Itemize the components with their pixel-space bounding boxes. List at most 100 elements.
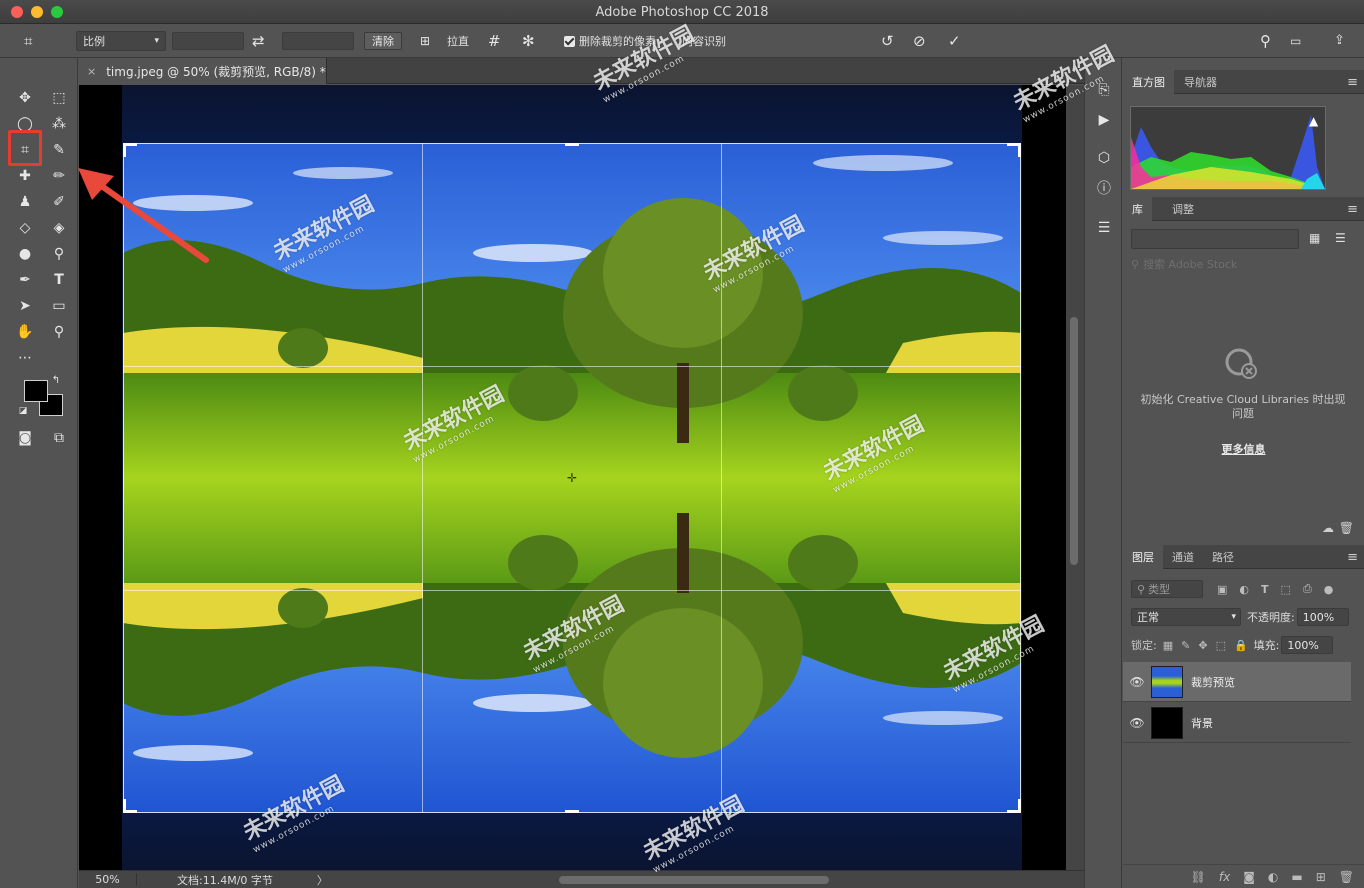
tab-paths[interactable]: 路径 [1203,545,1243,569]
zoom-level[interactable]: 50% [79,873,137,886]
tab-layers[interactable]: 图层 [1123,545,1163,569]
tab-navigator[interactable]: 导航器 [1175,70,1226,94]
vertical-scrollbar[interactable] [1066,85,1084,870]
grid-view-icon[interactable]: ▦ [1309,231,1320,245]
opacity-input[interactable]: 100% [1296,608,1349,626]
history-panel-icon[interactable]: ⎘ [1091,78,1117,102]
actions-play-icon[interactable]: ▶ [1091,108,1117,132]
eraser-tool-icon[interactable]: ◇ [12,216,38,240]
type-tool-icon[interactable]: T [46,268,72,292]
lock-artboard-icon[interactable]: ⬚ [1216,639,1226,652]
clipping-warning-icon[interactable]: ▲ [1309,114,1319,128]
crop-handle-top[interactable] [565,143,579,146]
magic-wand-tool-icon[interactable]: ⁂ [46,112,72,136]
lock-pixels-icon[interactable]: ✎ [1181,639,1190,652]
content-aware-label[interactable]: 内容识别 [682,31,726,51]
crop-handle-top-right[interactable] [1018,143,1021,157]
new-layer-icon[interactable]: ⊞ [1316,870,1326,884]
more-tools-icon[interactable]: ⋯ [12,346,38,370]
delete-cropped-checkbox[interactable]: 删除裁剪的像素 [564,31,656,51]
clone-stamp-tool-icon[interactable]: ♟ [12,190,38,214]
panel-menu-icon[interactable]: ≡ [1347,202,1358,217]
overlay-grid-icon[interactable]: # [488,31,510,51]
tab-channels[interactable]: 通道 [1163,545,1203,569]
path-selection-tool-icon[interactable]: ➤ [12,294,38,318]
layer-row-background[interactable]: 👁 背景 [1123,703,1351,743]
new-group-icon[interactable]: ▬ [1291,870,1302,884]
document-tab[interactable]: × timg.jpeg @ 50% (裁剪预览, RGB/8) * [79,58,327,84]
eyedropper-tool-icon[interactable]: ✎ [46,138,72,162]
library-select[interactable] [1131,229,1299,249]
lock-transparency-icon[interactable]: ▦ [1163,639,1173,652]
horizontal-scroll-thumb[interactable] [559,876,829,884]
clear-button[interactable]: 清除 [364,32,402,50]
tab-adjustments[interactable]: 调整 [1163,197,1203,221]
zoom-tool-icon[interactable]: ⚲ [46,320,72,344]
reset-icon[interactable]: ↺ [881,31,903,51]
paint-bucket-tool-icon[interactable]: ◈ [46,216,72,240]
marquee-tool-icon[interactable]: ⬚ [46,86,72,110]
healing-brush-tool-icon[interactable]: ✚ [12,164,38,188]
blur-tool-icon[interactable]: ● [12,242,38,266]
blend-mode-select[interactable]: 正常 ▾ [1131,608,1241,626]
visibility-eye-icon[interactable]: 👁 [1123,675,1151,689]
properties-panel-icon[interactable]: ☰ [1091,216,1117,240]
crop-handle-top-left[interactable] [123,143,126,157]
3d-panel-icon[interactable]: ⬡ [1091,146,1117,170]
swap-icon[interactable]: ⇄ [252,31,274,51]
close-tab-icon[interactable]: × [87,65,96,78]
smart-object-filter-icon[interactable]: ⎙ [1303,582,1312,596]
link-layers-icon[interactable]: ⛓ [1191,870,1206,884]
workspace-icon[interactable]: ▭ [1290,31,1312,51]
ratio-select[interactable]: 比例 ▾ [76,31,166,51]
vertical-scroll-thumb[interactable] [1070,317,1078,565]
filter-toggle-icon[interactable]: ● [1324,583,1334,596]
width-input[interactable] [172,32,244,50]
layer-filter-select[interactable]: ⚲ 类型 [1131,580,1203,598]
cc-sync-icon[interactable]: ☁ [1322,521,1334,535]
share-icon[interactable]: ⇪ [1334,31,1356,51]
more-info-link[interactable]: 更多信息 [1123,441,1364,457]
add-mask-icon[interactable]: ◙ [1243,870,1255,884]
layer-row-crop-preview[interactable]: 👁 裁剪预览 [1123,662,1351,702]
pixel-filter-icon[interactable]: ▣ [1217,583,1227,596]
foreground-color-swatch[interactable] [24,380,48,402]
list-view-icon[interactable]: ☰ [1335,231,1346,245]
tab-libraries[interactable]: 库 [1123,197,1152,221]
visibility-eye-icon[interactable]: 👁 [1123,716,1151,730]
dodge-tool-icon[interactable]: ⚲ [46,242,72,266]
brush-tool-icon[interactable]: ✏ [46,164,72,188]
adjustment-filter-icon[interactable]: ◐ [1239,583,1249,596]
tab-histogram[interactable]: 直方图 [1123,70,1174,94]
cancel-icon[interactable]: ⊘ [913,31,935,51]
gear-icon[interactable]: ✻ [522,31,544,51]
pen-tool-icon[interactable]: ✒ [12,268,38,292]
status-menu-arrow[interactable]: 〉 [317,872,328,888]
canvas[interactable]: ✛ [79,85,1066,870]
shape-filter-icon[interactable]: ⬚ [1281,583,1291,596]
crop-tool-preset-icon[interactable]: ⌗ [24,31,48,51]
lock-all-icon[interactable]: 🔒 [1234,639,1248,652]
stock-search-field[interactable]: ⚲ 搜索 Adobe Stock [1131,255,1353,273]
crop-handle-bottom-left[interactable] [123,799,126,813]
rectangle-tool-icon[interactable]: ▭ [46,294,72,318]
delete-layer-icon[interactable]: 🗑 [1339,870,1354,884]
search-icon[interactable]: ⚲ [1260,31,1282,51]
swap-colors-icon[interactable]: ↰ [48,372,64,388]
move-tool-icon[interactable]: ✥ [12,86,38,110]
straighten-label[interactable]: 拉直 [447,31,469,51]
new-adjustment-icon[interactable]: ◐ [1268,870,1278,884]
fill-input[interactable]: 100% [1281,636,1334,654]
quick-mask-icon[interactable]: ◙ [12,426,38,450]
type-filter-icon[interactable]: T [1261,583,1269,596]
screen-mode-icon[interactable]: ⧉ [46,426,72,450]
hand-tool-icon[interactable]: ✋ [12,320,38,344]
crop-handle-bottom[interactable] [565,810,579,813]
height-input[interactable] [282,32,354,50]
info-icon[interactable]: ⓘ [1091,176,1117,200]
straighten-icon[interactable]: ⊞ [420,31,440,51]
panel-menu-icon[interactable]: ≡ [1347,550,1358,565]
trash-icon[interactable]: 🗑 [1339,521,1354,535]
lock-position-icon[interactable]: ✥ [1198,639,1207,652]
default-colors-icon[interactable]: ◪ [16,404,30,418]
